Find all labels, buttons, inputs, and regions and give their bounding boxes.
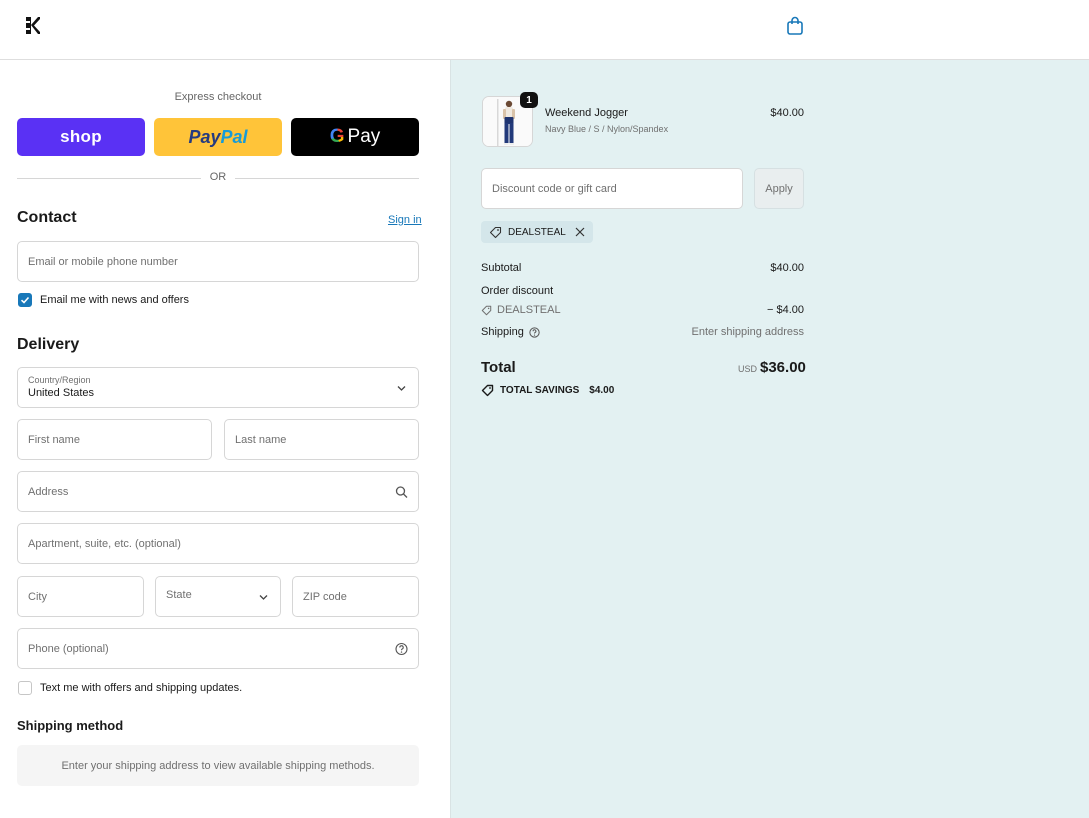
chevron-down-icon: [397, 385, 406, 391]
country-label: Country/Region: [28, 375, 91, 385]
product-price: $40.00: [770, 107, 804, 119]
product-name: Weekend Jogger: [545, 107, 628, 119]
google-pay-label: Pay: [347, 126, 381, 147]
sms-label: Text me with offers and shipping updates…: [40, 682, 243, 694]
search-icon[interactable]: [395, 485, 408, 498]
chevron-down-icon: [259, 594, 268, 600]
zip-field[interactable]: ZIP code: [292, 576, 419, 617]
site-header: [0, 0, 1089, 60]
total-label: Total: [481, 359, 516, 376]
apply-discount-button[interactable]: Apply: [754, 168, 804, 209]
sms-checkbox[interactable]: [18, 681, 32, 695]
delivery-heading: Delivery: [17, 336, 80, 353]
sign-in-link[interactable]: Sign in: [388, 214, 422, 226]
city-field[interactable]: City: [17, 576, 144, 617]
store-logo[interactable]: [26, 17, 40, 34]
tag-icon: [481, 384, 494, 397]
newsletter-checkbox[interactable]: [18, 293, 32, 307]
order-discount-label: Order discount: [481, 285, 554, 297]
paypal-label-part1: Pay: [188, 126, 221, 147]
shipping-method-placeholder: Enter your shipping address to view avai…: [17, 745, 419, 786]
apartment-field[interactable]: Apartment, suite, etc. (optional): [17, 523, 419, 564]
address-field[interactable]: Address: [17, 471, 419, 512]
shipping-method-message: Enter your shipping address to view avai…: [61, 759, 375, 772]
shopping-bag-icon[interactable]: [786, 16, 804, 36]
close-icon[interactable]: [575, 227, 585, 237]
or-label: OR: [209, 171, 227, 183]
newsletter-label: Email me with news and offers: [40, 294, 189, 306]
savings-label: TOTAL SAVINGS: [500, 385, 580, 396]
savings-value: $4.00: [589, 385, 615, 396]
shipping-value: Enter shipping address: [691, 326, 804, 338]
shop-pay-button[interactable]: shop: [17, 118, 145, 156]
product-variant: Navy Blue / S / Nylon/Spandex: [545, 124, 669, 134]
apartment-placeholder: Apartment, suite, etc. (optional): [28, 537, 181, 550]
help-circle-icon[interactable]: [395, 642, 408, 655]
quantity-badge: 1: [520, 92, 538, 108]
shipping-method-heading: Shipping method: [17, 718, 124, 733]
sms-checkbox-row[interactable]: Text me with offers and shipping updates…: [18, 681, 242, 695]
contact-heading: Contact: [17, 209, 77, 226]
tag-icon: [489, 226, 502, 238]
last-name-field[interactable]: Last name: [224, 419, 419, 460]
shipping-row: Shipping Enter shipping address: [481, 326, 804, 338]
help-circle-icon[interactable]: [529, 326, 540, 338]
applied-code-label: DEALSTEAL: [508, 226, 566, 238]
tag-icon: [481, 305, 492, 315]
total-savings-row: TOTAL SAVINGS $4.00: [481, 384, 614, 397]
email-placeholder: Email or mobile phone number: [28, 255, 178, 268]
paypal-button[interactable]: Pay Pal: [154, 118, 282, 156]
zip-placeholder: ZIP code: [303, 590, 347, 603]
country-value: United States: [28, 387, 95, 399]
apply-label: Apply: [765, 182, 793, 195]
or-divider: OR: [17, 171, 419, 185]
state-select[interactable]: State: [155, 576, 281, 617]
subtotal-row: Subtotal $40.00: [481, 262, 804, 274]
google-pay-button[interactable]: G Pay: [291, 118, 419, 156]
google-g-icon: G: [329, 126, 345, 147]
city-placeholder: City: [28, 590, 47, 603]
state-placeholder: State: [166, 589, 192, 601]
first-name-placeholder: First name: [28, 433, 80, 446]
discount-code-input[interactable]: Discount code or gift card: [481, 168, 743, 209]
applied-discount-chip: DEALSTEAL: [481, 221, 593, 243]
phone-field[interactable]: Phone (optional): [17, 628, 419, 669]
address-placeholder: Address: [28, 485, 69, 498]
phone-placeholder: Phone (optional): [28, 642, 109, 655]
country-select[interactable]: Country/Region United States: [17, 367, 419, 408]
subtotal-value: $40.00: [770, 262, 804, 274]
shipping-label: Shipping: [481, 326, 524, 338]
first-name-field[interactable]: First name: [17, 419, 212, 460]
discount-code-label: DEALSTEAL: [497, 304, 561, 316]
shop-pay-label: shop: [60, 127, 102, 146]
total-value: $36.00: [760, 359, 806, 376]
discount-code-row: DEALSTEAL − $4.00: [481, 304, 804, 319]
order-discount-row: Order discount: [481, 285, 804, 297]
discount-placeholder: Discount code or gift card: [492, 182, 617, 195]
subtotal-label: Subtotal: [481, 262, 522, 274]
email-field[interactable]: Email or mobile phone number: [17, 241, 419, 282]
express-checkout-label: Express checkout: [174, 91, 262, 103]
total-currency: USD: [738, 364, 758, 374]
last-name-placeholder: Last name: [235, 433, 287, 446]
paypal-label-part2: Pal: [220, 126, 248, 147]
newsletter-checkbox-row[interactable]: Email me with news and offers: [18, 293, 189, 307]
discount-value: − $4.00: [766, 304, 804, 316]
checkmark-icon: [20, 296, 30, 304]
